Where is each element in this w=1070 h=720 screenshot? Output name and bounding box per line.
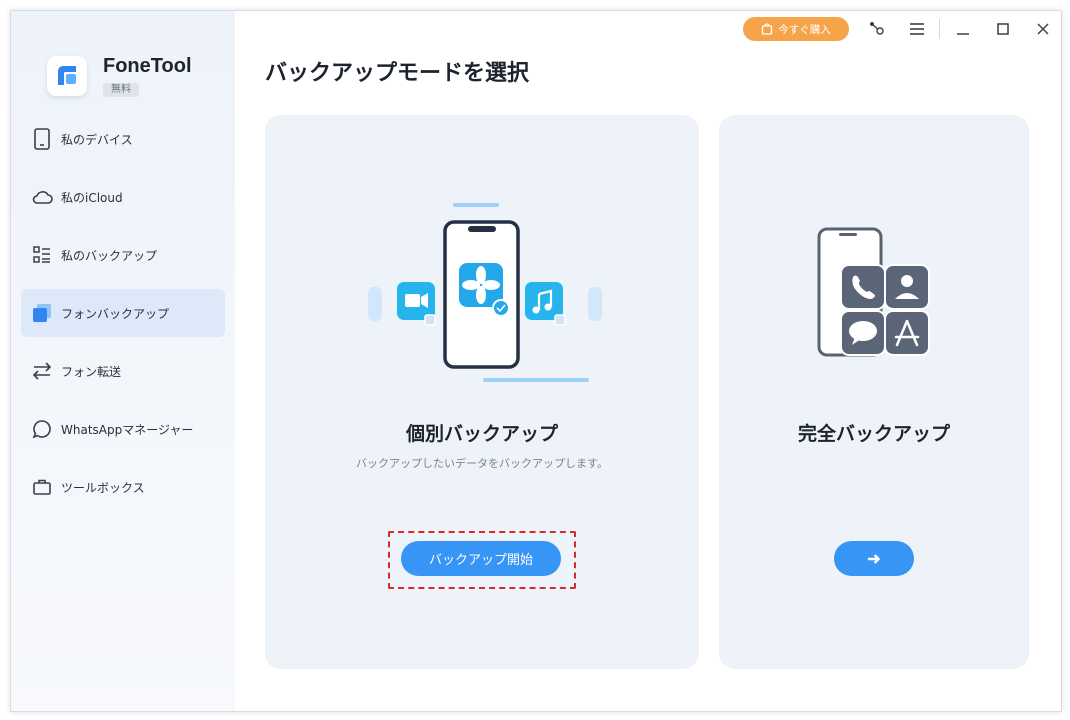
- selective-backup-illustration: [368, 203, 602, 382]
- buy-now-button[interactable]: 今すぐ購入: [743, 17, 849, 41]
- full-backup-illustration: [817, 227, 930, 357]
- chat-icon: [31, 418, 53, 440]
- minimize-icon[interactable]: [953, 19, 973, 39]
- sidebar-item-label: 私のデバイス: [61, 132, 133, 147]
- plan-badge: 無料: [103, 83, 139, 97]
- sidebar-item-my-icloud[interactable]: 私のiCloud: [21, 173, 225, 221]
- full-backup-title: 完全バックアップ: [797, 423, 950, 445]
- brand: FoneTool 無料: [47, 55, 192, 97]
- sidebar-item-my-device[interactable]: 私のデバイス: [21, 115, 225, 163]
- phone-icon: [31, 128, 53, 150]
- sidebar-item-phone-backup[interactable]: フォンバックアップ: [21, 289, 225, 337]
- sidebar-item-label: 私のiCloud: [61, 190, 123, 205]
- sidebar-item-label: ツールボックス: [61, 480, 145, 495]
- sidebar-item-label: フォン転送: [61, 364, 122, 379]
- selective-backup-card[interactable]: 個別バックアップ バックアップしたいデータをバックアップします。 バックアップ開…: [265, 115, 699, 669]
- sidebar: FoneTool 無料 私のデバイス 私のiCloud 私のバックアップ フォン…: [11, 11, 235, 711]
- sidebar-item-label: 私のバックアップ: [61, 248, 158, 263]
- transfer-icon: [31, 360, 53, 382]
- selective-backup-description: バックアップしたいデータをバックアップします。: [356, 457, 608, 470]
- cart-icon: [761, 23, 773, 35]
- phone-backup-icon: [31, 302, 53, 324]
- menu-icon[interactable]: [907, 19, 927, 39]
- start-backup-button[interactable]: バックアップ開始: [401, 541, 561, 576]
- sidebar-item-phone-transfer[interactable]: フォン転送: [21, 347, 225, 395]
- arrow-right-icon: ➜: [867, 550, 881, 568]
- sidebar-item-my-backup[interactable]: 私のバックアップ: [21, 231, 225, 279]
- page-title: バックアップモードを選択: [265, 61, 530, 86]
- full-backup-card[interactable]: 完全バックアップ ➜: [719, 115, 1029, 669]
- titlebar-divider: [939, 19, 940, 39]
- toolbox-icon: [31, 476, 53, 498]
- close-icon[interactable]: [1033, 19, 1053, 39]
- app-name: FoneTool: [103, 55, 192, 77]
- sidebar-item-label: フォンバックアップ: [61, 306, 170, 321]
- buy-now-label: 今すぐ購入: [778, 23, 831, 36]
- sidebar-nav: 私のデバイス 私のiCloud 私のバックアップ フォンバックアップ フォン転送…: [21, 115, 225, 521]
- backup-list-icon: [31, 244, 53, 266]
- feedback-icon[interactable]: [867, 19, 887, 39]
- app-window: FoneTool 無料 私のデバイス 私のiCloud 私のバックアップ フォン…: [10, 10, 1062, 712]
- fonetool-logo-icon: [47, 56, 87, 96]
- full-backup-next-button[interactable]: ➜: [834, 541, 914, 576]
- sidebar-item-whatsapp-manager[interactable]: WhatsAppマネージャー: [21, 405, 225, 453]
- maximize-icon[interactable]: [993, 19, 1013, 39]
- sidebar-item-toolbox[interactable]: ツールボックス: [21, 463, 225, 511]
- sidebar-item-label: WhatsAppマネージャー: [61, 422, 194, 437]
- cloud-icon: [31, 186, 53, 208]
- selective-backup-title: 個別バックアップ: [405, 423, 558, 445]
